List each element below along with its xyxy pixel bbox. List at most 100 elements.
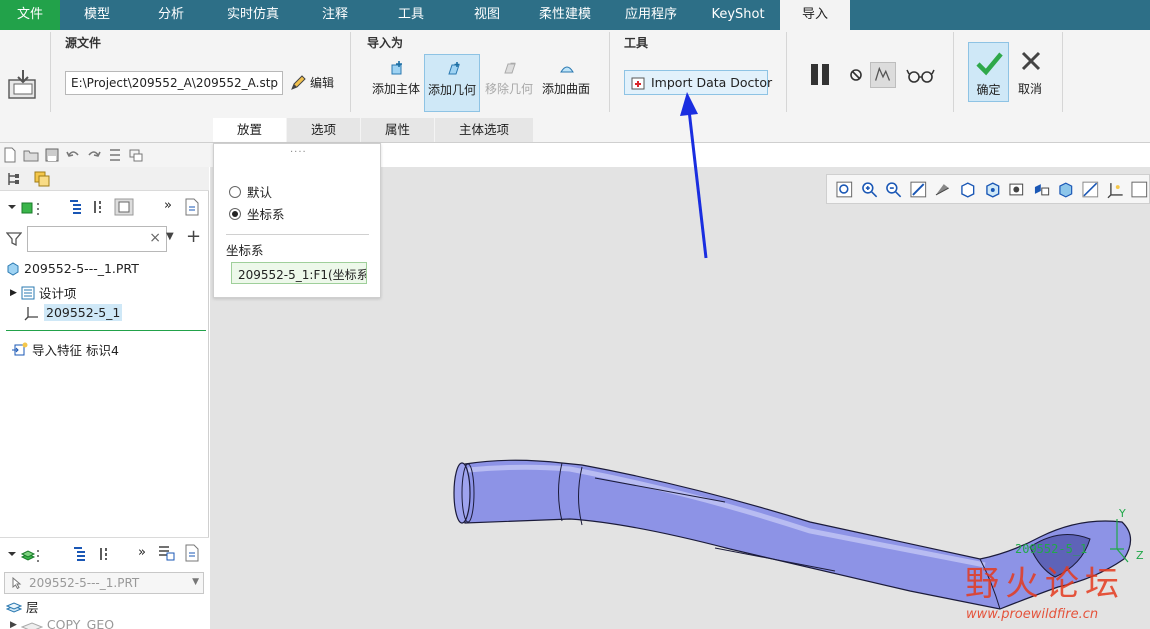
layer-root-node[interactable]: 层 [6,597,39,616]
section-icon[interactable] [1032,180,1051,199]
tree-import-feature-node[interactable]: 导入特征 标识4 [10,340,119,359]
csys-section-label: 坐标系 [226,243,264,258]
saved-orientations-icon[interactable] [958,180,977,199]
zoom-in-icon[interactable] [860,180,879,199]
layer-display-icon[interactable] [6,547,48,563]
zoom-out-icon[interactable] [884,180,903,199]
view-manager-icon[interactable] [983,180,1002,199]
regenerate-icon[interactable] [107,147,123,163]
add-filter-icon[interactable]: + [186,226,201,247]
ok-button[interactable]: 确定 [968,42,1009,102]
tree-show-icon[interactable] [184,198,200,216]
menu-tab-tools[interactable]: 工具 [372,0,450,30]
tree-settings-icon[interactable] [114,198,134,216]
verify-geometry-icon[interactable] [870,62,896,88]
tree-columns-icon[interactable] [92,199,108,215]
new-file-icon[interactable] [2,147,18,163]
menu-tab-import[interactable]: 导入 [780,0,850,30]
no-preview-icon[interactable] [846,62,872,88]
tree-search-input[interactable]: × [27,226,167,252]
add-surface-button[interactable]: 添加曲面 [538,54,594,112]
viewport-csys-tag: 209552-5_1 [1015,542,1087,556]
glasses-icon[interactable] [906,62,935,88]
layer-list-icon[interactable] [157,544,175,562]
clear-search-icon[interactable]: × [149,230,161,246]
windows-icon[interactable] [128,147,144,163]
open-folder-icon[interactable] [23,147,39,163]
pause-icon[interactable] [808,62,834,88]
save-icon[interactable] [44,147,60,163]
csys-display-icon[interactable] [1106,180,1125,199]
edit-button[interactable]: 编辑 [290,74,334,91]
remove-geometry-button[interactable]: 移除几何 [481,54,537,112]
refit-icon[interactable] [835,180,854,199]
menu-tab-keyshot[interactable]: KeyShot [696,0,780,30]
repaint-icon[interactable] [909,180,928,199]
layer-columns-icon[interactable] [98,546,114,562]
layer-expand-more-icon[interactable]: » [138,545,146,560]
redo-icon[interactable] [86,147,102,163]
source-file-title: 源文件 [65,36,102,50]
add-surface-label: 添加曲面 [541,82,590,96]
annotation-display-icon[interactable] [1130,180,1149,199]
part-name: 209552-5---_1.PRT [24,261,139,276]
menu-tab-analysis[interactable]: 分析 [134,0,208,30]
part-icon [7,261,19,276]
add-geometry-button[interactable]: 添加几何 [424,54,480,112]
radio-default-dot[interactable] [229,185,241,198]
source-path-field[interactable]: E:\Project\209552_A\209552_A.stp [65,71,283,95]
layer-expand-arrow-icon[interactable]: ▶ [10,620,17,629]
annotation-arrow [680,92,708,259]
expand-arrow-icon[interactable]: ▶ [10,288,17,298]
ribbon: 源文件 E:\Project\209552_A\209552_A.stp 编辑 … [0,30,1150,143]
appearance-icon[interactable] [1056,180,1075,199]
filter-dropdown-icon[interactable]: ▼ [166,231,174,242]
subtab-properties[interactable]: 属性 [361,118,436,142]
tree-filter-icon[interactable] [68,199,84,215]
perspective-icon[interactable] [1007,180,1026,199]
subtab-options[interactable]: 选项 [287,118,362,142]
expand-more-icon[interactable]: » [164,198,172,213]
tree-part-node[interactable]: 209552-5---_1.PRT [6,261,139,276]
add-surface-icon [560,66,574,73]
model-tree-tab-icon[interactable] [6,171,22,187]
panel-grip[interactable]: .... [290,144,307,155]
menu-tab-model[interactable]: 模型 [60,0,134,30]
menu-tab-simulation[interactable]: 实时仿真 [208,0,298,30]
radio-default-label: 默认 [247,185,273,200]
menu-tab-annotate[interactable]: 注释 [298,0,372,30]
doctor-icon [630,75,646,91]
close-icon [1021,51,1041,71]
layer-model-combo[interactable]: 209552-5---_1.PRT ▼ [4,572,204,594]
undo-icon[interactable] [65,147,81,163]
filter-funnel-icon[interactable] [6,231,22,247]
import-file-icon[interactable] [6,68,40,102]
radio-csys[interactable]: 坐标系 [229,204,285,223]
tree-csys-node[interactable]: 209552-5_1 [24,304,123,321]
csys-collector[interactable]: 209552-5_1:F1(坐标系 [231,262,367,284]
menu-tab-flexible-modeling[interactable]: 柔性建模 [524,0,606,30]
csys-icon [24,306,38,320]
layer-copy-geo-node[interactable]: ▶ COPY_GEO [10,617,114,629]
add-body-icon [391,61,402,75]
layer-show-icon[interactable] [184,544,200,562]
menu-tab-view[interactable]: 视图 [450,0,524,30]
layer-tab-icon[interactable] [33,170,51,188]
design-items-label: 设计项 [38,286,77,301]
quick-access-toolbar [0,143,213,167]
subtab-body-options[interactable]: 主体选项 [435,118,535,142]
model-display-icon[interactable] [6,200,48,216]
layer-filter-icon[interactable] [72,546,88,562]
tree-design-items-node[interactable]: ▶ 设计项 [10,283,76,302]
menu-tab-file[interactable]: 文件 [0,0,60,30]
subtab-placement[interactable]: 放置 [213,118,288,142]
ok-label: 确定 [976,83,1001,97]
datum-display-icon[interactable] [1081,180,1100,199]
cancel-button[interactable]: 取消 [1012,42,1048,102]
menu-tab-applications[interactable]: 应用程序 [606,0,696,30]
display-style-icon[interactable] [933,180,952,199]
add-geometry-label: 添加几何 [427,83,476,97]
add-body-button[interactable]: 添加主体 [368,54,424,112]
radio-csys-dot[interactable] [229,207,241,220]
radio-default[interactable]: 默认 [229,182,272,201]
